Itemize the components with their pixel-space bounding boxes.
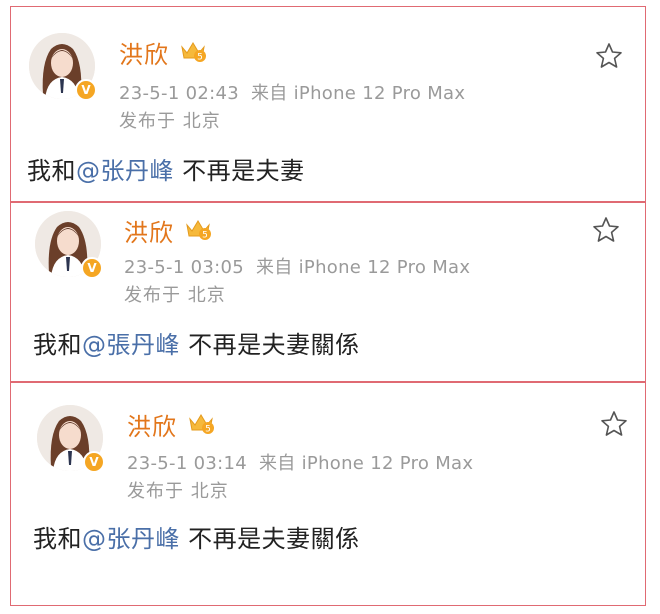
avatar[interactable]: V — [37, 405, 105, 473]
post-text-suffix: 不再是夫妻 — [174, 157, 305, 185]
verified-v-icon: V — [81, 257, 103, 279]
user-name[interactable]: 洪欣 — [124, 213, 174, 248]
post-text-prefix: 我和 — [33, 331, 82, 359]
crown-level-icon: 5 — [181, 42, 206, 63]
avatar[interactable]: V — [35, 211, 103, 279]
svg-text:5: 5 — [205, 425, 211, 435]
crown-level-icon: 5 — [186, 220, 211, 241]
post-location: 发布于 北京 — [119, 111, 221, 132]
post-source: 来自 iPhone 12 Pro Max — [251, 83, 466, 104]
post-text: 我和@张丹峰 不再是夫妻 — [27, 151, 305, 186]
mention-link[interactable]: @张丹峰 — [82, 525, 180, 553]
post-source: 来自 iPhone 12 Pro Max — [256, 257, 471, 278]
post-text-prefix: 我和 — [27, 157, 76, 185]
verified-v-icon: V — [75, 79, 97, 101]
post-text-suffix: 不再是夫妻關係 — [180, 331, 360, 359]
star-outline-icon[interactable] — [599, 409, 629, 439]
post-meta: 23-5-1 03:14 来自 iPhone 12 Pro Max — [127, 449, 473, 475]
post-text: 我和@張丹峰 不再是夫妻關係 — [33, 325, 360, 360]
post-meta: 23-5-1 03:05 来自 iPhone 12 Pro Max — [124, 253, 470, 279]
weibo-post-3: V 洪欣 5 23-5-1 03:14 来自 iPhone 12 Pro Max … — [10, 382, 646, 606]
verified-v-icon: V — [83, 451, 105, 473]
weibo-post-1: V 洪欣 5 23-5-1 02:43 来自 iPhone 12 Pro Max … — [10, 6, 646, 202]
star-outline-icon[interactable] — [591, 215, 621, 245]
mention-link[interactable]: @張丹峰 — [82, 331, 180, 359]
weibo-post-2: V 洪欣 5 23-5-1 03:05 来自 iPhone 12 Pro Max … — [10, 202, 646, 382]
user-name[interactable]: 洪欣 — [127, 407, 177, 442]
post-location: 发布于 北京 — [127, 481, 229, 502]
post-text-suffix: 不再是夫妻關係 — [180, 525, 360, 553]
post-source: 来自 iPhone 12 Pro Max — [259, 453, 474, 474]
post-meta: 23-5-1 02:43 来自 iPhone 12 Pro Max — [119, 79, 465, 105]
star-outline-icon[interactable] — [594, 41, 624, 71]
svg-text:5: 5 — [202, 231, 208, 241]
mention-link[interactable]: @张丹峰 — [76, 157, 174, 185]
svg-text:5: 5 — [197, 53, 203, 63]
post-text: 我和@张丹峰 不再是夫妻關係 — [33, 519, 360, 554]
post-time[interactable]: 23-5-1 03:14 — [127, 453, 247, 474]
post-time[interactable]: 23-5-1 02:43 — [119, 83, 239, 104]
user-name[interactable]: 洪欣 — [119, 35, 169, 70]
avatar[interactable]: V — [29, 33, 97, 101]
crown-level-icon: 5 — [189, 414, 214, 435]
post-time[interactable]: 23-5-1 03:05 — [124, 257, 244, 278]
post-text-prefix: 我和 — [33, 525, 82, 553]
post-location: 发布于 北京 — [124, 285, 226, 306]
